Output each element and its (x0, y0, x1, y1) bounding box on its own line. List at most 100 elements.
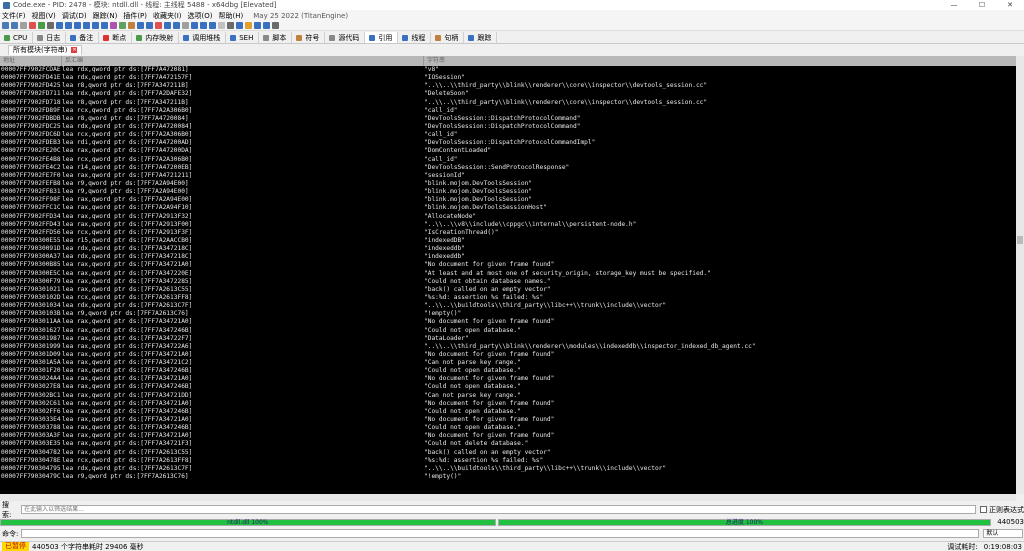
table-row[interactable]: 00007FF790302FF6 lea rax,qword ptr ds:[7F… (0, 408, 1016, 416)
table-row[interactable]: 00007FF79030102D lea rcx,qword ptr ds:[7F… (0, 294, 1016, 302)
toolbar-button-icon[interactable] (74, 22, 81, 29)
search-input[interactable] (21, 505, 977, 514)
table-row[interactable]: 00007FF790304782 lea rax,qword ptr ds:[7F… (0, 449, 1016, 457)
table-row[interactable]: 00007FF790303E35 lea rax,qword ptr ds:[7F… (0, 440, 1016, 448)
tab-handles[interactable]: 句柄 (431, 32, 465, 43)
tab-source[interactable]: 源代码 (325, 32, 366, 43)
toolbar-button-icon[interactable] (245, 22, 252, 29)
toolbar-button-icon[interactable] (173, 22, 180, 29)
table-row[interactable]: 00007FF790301627 lea rax,qword ptr ds:[7F… (0, 327, 1016, 335)
table-row[interactable]: 00007FF790300B85 lea rax,qword ptr ds:[7F… (0, 261, 1016, 269)
toolbar-button-icon[interactable] (101, 22, 108, 29)
regex-checkbox[interactable] (980, 506, 988, 513)
table-row[interactable]: 00007FF7902FDBDB lea r8,qword ptr ds:[7FF… (0, 115, 1016, 123)
table-row[interactable]: 00007FF7903033E4 lea rax,qword ptr ds:[7F… (0, 416, 1016, 424)
menu-debug[interactable]: 调试(D) (62, 11, 87, 21)
tab-seh[interactable]: SEH (226, 32, 260, 43)
toolbar-button-icon[interactable] (119, 22, 126, 29)
table-row[interactable]: 00007FF7902FDC6D lea rcx,qword ptr ds:[7F… (0, 131, 1016, 139)
tab-log[interactable]: 日志 (33, 32, 67, 43)
toolbar-button-icon[interactable] (182, 22, 189, 29)
toolbar-button-icon[interactable] (20, 22, 27, 29)
table-row[interactable]: 00007FF790301999 lea rax,qword ptr ds:[7F… (0, 343, 1016, 351)
menu-favourites[interactable]: 收藏夹(I) (153, 11, 182, 21)
table-row[interactable]: 00007FF790300A37 lea rdx,qword ptr ds:[7F… (0, 253, 1016, 261)
table-row[interactable]: 00007FF790300F79 lea rax,qword ptr ds:[7F… (0, 278, 1016, 286)
table-row[interactable]: 00007FF790303A3F lea rax,qword ptr ds:[7F… (0, 432, 1016, 440)
table-row[interactable]: 00007FF7902FD89F lea rcx,qword ptr ds:[7F… (0, 107, 1016, 115)
toolbar-button-icon[interactable] (65, 22, 72, 29)
tab-all-modules-strings[interactable]: 所有模块(字符串) ✕ (8, 44, 83, 55)
table-row[interactable]: 00007FF79030091D lea rdx,qword ptr ds:[7F… (0, 245, 1016, 253)
toolbar-button-icon[interactable] (164, 22, 171, 29)
tab-call-stack[interactable]: 调用堆栈 (179, 32, 227, 43)
table-row[interactable]: 00007FF7902FCDAE lea rdx,qword ptr ds:[7F… (0, 66, 1016, 74)
column-header-string[interactable]: 字符串 (424, 56, 1016, 66)
table-row[interactable]: 00007FF790302C61 lea rax,qword ptr ds:[7F… (0, 400, 1016, 408)
close-button[interactable]: ✕ (996, 0, 1024, 10)
scroll-thumb[interactable] (1017, 236, 1023, 244)
toolbar-button-icon[interactable] (236, 22, 243, 29)
command-mode-select[interactable]: 默认 (983, 529, 1024, 538)
table-row[interactable]: 00007FF7902FE7F0 lea rax,qword ptr ds:[7F… (0, 172, 1016, 180)
tab-notes[interactable]: 备注 (66, 32, 100, 43)
command-input[interactable] (21, 529, 980, 538)
toolbar-button-icon[interactable] (155, 22, 162, 29)
toolbar-button-icon[interactable] (254, 22, 261, 29)
tab-threads[interactable]: 线程 (398, 32, 432, 43)
table-row[interactable]: 00007FF790301D09 lea rax,qword ptr ds:[7F… (0, 351, 1016, 359)
toolbar-button-icon[interactable] (227, 22, 234, 29)
table-row[interactable]: 00007FF7902FFD34 lea rax,qword ptr ds:[7F… (0, 213, 1016, 221)
toolbar-button-icon[interactable] (11, 22, 18, 29)
table-row[interactable]: 00007FF7902FDC25 lea rdx,qword ptr ds:[7F… (0, 123, 1016, 131)
menu-view[interactable]: 视图(V) (32, 11, 56, 21)
table-row[interactable]: 00007FF7903024A4 lea rax,qword ptr ds:[7F… (0, 375, 1016, 383)
column-header-disassembly[interactable]: 反汇编 (62, 56, 424, 66)
toolbar-button-icon[interactable] (209, 22, 216, 29)
table-row[interactable]: 00007FF790301021 lea rax,qword ptr ds:[7F… (0, 286, 1016, 294)
table-row[interactable]: 00007FF7902FFC1C lea rax,qword ptr ds:[7F… (0, 204, 1016, 212)
tab-memory-map[interactable]: 内存映射 (132, 32, 180, 43)
toolbar-button-icon[interactable] (2, 22, 9, 29)
toolbar-button-icon[interactable] (191, 22, 198, 29)
close-tab-icon[interactable]: ✕ (71, 47, 78, 53)
table-row[interactable]: 00007FF79030103B lea r9,qword ptr ds:[7FF… (0, 310, 1016, 318)
menu-file[interactable]: 文件(F) (2, 11, 26, 21)
table-row[interactable]: 00007FF7902FE4C2 lea r14,qword ptr ds:[7F… (0, 164, 1016, 172)
table-row[interactable]: 00007FF790301987 lea rax,qword ptr ds:[7F… (0, 335, 1016, 343)
table-row[interactable]: 00007FF7903011AA lea rax,qword ptr ds:[7F… (0, 318, 1016, 326)
tab-cpu[interactable]: CPU (0, 32, 34, 43)
tab-script[interactable]: 脚本 (259, 32, 293, 43)
table-row[interactable]: 00007FF79030479C lea r9,qword ptr ds:[7FF… (0, 473, 1016, 481)
table-row[interactable]: 00007FF790300E55 lea r15,qword ptr ds:[7F… (0, 237, 1016, 245)
menu-trace[interactable]: 跟踪(N) (93, 11, 118, 21)
toolbar-button-icon[interactable] (218, 22, 225, 29)
toolbar-button-icon[interactable] (137, 22, 144, 29)
toolbar-button-icon[interactable] (200, 22, 207, 29)
maximize-button[interactable]: ☐ (968, 0, 996, 10)
table-row[interactable]: 00007FF7903027E8 lea rax,qword ptr ds:[7F… (0, 383, 1016, 391)
table-row[interactable]: 00007FF7902FD718 lea r8,qword ptr ds:[7FF… (0, 99, 1016, 107)
toolbar-button-icon[interactable] (272, 22, 279, 29)
toolbar-button-icon[interactable] (110, 22, 117, 29)
table-row[interactable]: 00007FF7902FD711 lea rdx,qword ptr ds:[7F… (0, 90, 1016, 98)
tab-breakpoint[interactable]: 断点 (99, 32, 133, 43)
table-row[interactable]: 00007FF7902FFD56 lea rcx,qword ptr ds:[7F… (0, 229, 1016, 237)
toolbar-button-icon[interactable] (47, 22, 54, 29)
table-row[interactable]: 00007FF7902FE20C lea rax,qword ptr ds:[7F… (0, 147, 1016, 155)
table-row[interactable]: 00007FF790301034 lea rdx,qword ptr ds:[7F… (0, 302, 1016, 310)
minimize-button[interactable]: — (940, 0, 968, 10)
references-grid[interactable]: 00007FF7902FCDAE lea rdx,qword ptr ds:[7F… (0, 66, 1016, 494)
table-row[interactable]: 00007FF7902FD425 lea r8,qword ptr ds:[7FF… (0, 82, 1016, 90)
tab-symbols[interactable]: 符号 (292, 32, 326, 43)
table-row[interactable]: 00007FF790301A5A lea rax,qword ptr ds:[7F… (0, 359, 1016, 367)
table-row[interactable]: 00007FF7902FEFB8 lea r9,qword ptr ds:[7FF… (0, 180, 1016, 188)
table-row[interactable]: 00007FF7902FDEB3 lea rdi,qword ptr ds:[7F… (0, 139, 1016, 147)
menu-plugins[interactable]: 插件(P) (123, 11, 147, 21)
toolbar-button-icon[interactable] (29, 22, 36, 29)
tab-references[interactable]: 引用 (365, 32, 399, 43)
toolbar-button-icon[interactable] (83, 22, 90, 29)
table-row[interactable]: 00007FF7902FD41E lea rdx,qword ptr ds:[7F… (0, 74, 1016, 82)
table-row[interactable]: 00007FF790304795 lea rdx,qword ptr ds:[7F… (0, 465, 1016, 473)
table-row[interactable]: 00007FF7902FF98F lea rax,qword ptr ds:[7F… (0, 196, 1016, 204)
